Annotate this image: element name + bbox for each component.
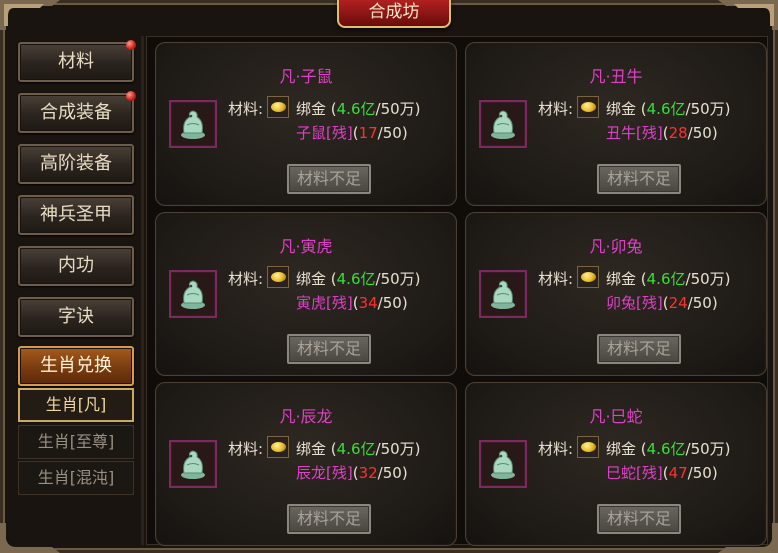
currency-owned: 4.6亿: [646, 270, 686, 288]
recipe-title: 凡·辰龙: [279, 407, 333, 426]
currency-name: 绑金: [606, 440, 637, 458]
material-label: 材料:: [228, 440, 264, 458]
ornament-corner: [718, 0, 778, 30]
sidebar-item-label: 字诀: [58, 306, 94, 327]
gold-ingot-icon[interactable]: [577, 96, 599, 118]
insufficient-materials-button[interactable]: 材料不足: [597, 504, 681, 534]
notification-dot: [126, 91, 136, 101]
dragon-jade-icon[interactable]: [169, 440, 217, 488]
gold-ingot-icon[interactable]: [267, 266, 289, 288]
shard-owned: 32: [358, 464, 378, 482]
currency-owned: 4.6亿: [646, 100, 686, 118]
sidebar-item-label: 高阶装备: [40, 153, 112, 174]
shard-owned: 47: [668, 464, 688, 482]
currency-required: 50万: [380, 440, 415, 458]
shard-required: 50: [382, 464, 402, 482]
tiger-jade-icon[interactable]: [169, 270, 217, 318]
shard-name: 子鼠[残]: [296, 124, 353, 142]
sidebar-item-label: 神兵圣甲: [40, 204, 112, 225]
rabbit-jade-icon[interactable]: [479, 270, 527, 318]
currency-required: 50万: [690, 100, 725, 118]
shard-name: 辰龙[残]: [296, 464, 353, 482]
currency-owned: 4.6亿: [646, 440, 686, 458]
currency-owned: 4.6亿: [336, 440, 376, 458]
recipe-card: 凡·丑牛 材料: 绑金 (4.6亿/50万) 丑牛[残](28/50) 材料不足: [465, 42, 767, 206]
shard-required: 50: [382, 124, 402, 142]
recipe-card: 凡·子鼠 材料: 绑金 (4.6亿/50万) 子鼠[残](17/50) 材料不足: [155, 42, 457, 206]
shard-name: 丑牛[残]: [606, 124, 663, 142]
currency-name: 绑金: [606, 100, 637, 118]
material-label: 材料:: [538, 270, 574, 288]
shard-name: 巳蛇[残]: [606, 464, 663, 482]
shard-owned: 24: [668, 294, 688, 312]
shard-required: 50: [382, 294, 402, 312]
sidebar-item-scripts[interactable]: 字诀: [18, 297, 134, 337]
currency-name: 绑金: [606, 270, 637, 288]
insufficient-materials-button[interactable]: 材料不足: [287, 164, 371, 194]
sidebar-item-label: 内功: [58, 255, 94, 276]
sidebar-item-craft-equipment[interactable]: 合成装备: [18, 91, 136, 133]
sidebar-item-materials[interactable]: 材料: [18, 40, 136, 82]
gold-ingot-icon[interactable]: [577, 436, 599, 458]
recipe-card: 凡·巳蛇 材料: 绑金 (4.6亿/50万) 巳蛇[残](47/50) 材料不足: [465, 382, 767, 546]
recipe-title: 凡·丑牛: [589, 67, 643, 86]
shard-owned: 28: [668, 124, 688, 142]
rat-jade-icon[interactable]: [169, 100, 217, 148]
subtab-zodiac-chaos[interactable]: 生肖[混沌]: [18, 461, 134, 495]
window-title: 合成坊: [337, 0, 451, 28]
insufficient-materials-button[interactable]: 材料不足: [287, 504, 371, 534]
gold-ingot-icon[interactable]: [577, 266, 599, 288]
sidebar-item-zodiac-exchange[interactable]: 生肖兑换: [18, 346, 134, 386]
currency-required: 50万: [380, 270, 415, 288]
snake-jade-icon[interactable]: [479, 440, 527, 488]
currency-required: 50万: [690, 270, 725, 288]
sidebar-item-label: 材料: [58, 51, 94, 72]
gold-ingot-icon[interactable]: [267, 436, 289, 458]
shard-required: 50: [692, 124, 712, 142]
shard-required: 50: [692, 294, 712, 312]
divider: [141, 36, 144, 545]
recipe-card: 凡·卯兔 材料: 绑金 (4.6亿/50万) 卯兔[残](24/50) 材料不足: [465, 212, 767, 376]
insufficient-materials-button[interactable]: 材料不足: [287, 334, 371, 364]
currency-name: 绑金: [296, 100, 327, 118]
sidebar-item-inner-skill[interactable]: 内功: [18, 246, 134, 286]
gold-ingot-icon[interactable]: [267, 96, 289, 118]
subtab-zodiac-common[interactable]: 生肖[凡]: [18, 388, 134, 422]
material-label: 材料:: [228, 100, 264, 118]
ornament-corner: [0, 0, 60, 30]
shard-required: 50: [692, 464, 712, 482]
material-label: 材料:: [538, 100, 574, 118]
notification-dot: [126, 40, 136, 50]
insufficient-materials-button[interactable]: 材料不足: [597, 334, 681, 364]
shard-name: 寅虎[残]: [296, 294, 353, 312]
recipe-title: 凡·巳蛇: [589, 407, 643, 426]
shard-owned: 34: [358, 294, 378, 312]
currency-name: 绑金: [296, 270, 327, 288]
currency-owned: 4.6亿: [336, 270, 376, 288]
currency-name: 绑金: [296, 440, 327, 458]
sidebar: 材料 合成装备 高阶装备 神兵圣甲 内功 字诀 生肖兑换 生肖[凡] 生肖[至尊…: [14, 40, 140, 540]
insufficient-materials-button[interactable]: 材料不足: [597, 164, 681, 194]
shard-name: 卯兔[残]: [606, 294, 663, 312]
recipe-title: 凡·卯兔: [589, 237, 643, 256]
shard-owned: 17: [358, 124, 378, 142]
currency-owned: 4.6亿: [336, 100, 376, 118]
material-label: 材料:: [538, 440, 574, 458]
currency-required: 50万: [380, 100, 415, 118]
sidebar-item-label: 生肖兑换: [40, 355, 112, 376]
ox-jade-icon[interactable]: [479, 100, 527, 148]
currency-required: 50万: [690, 440, 725, 458]
sidebar-item-divine-armor[interactable]: 神兵圣甲: [18, 195, 134, 235]
sidebar-item-advanced-equipment[interactable]: 高阶装备: [18, 144, 134, 184]
subtab-zodiac-supreme[interactable]: 生肖[至尊]: [18, 425, 134, 459]
recipe-card: 凡·辰龙 材料: 绑金 (4.6亿/50万) 辰龙[残](32/50) 材料不足: [155, 382, 457, 546]
material-label: 材料:: [228, 270, 264, 288]
recipe-title: 凡·寅虎: [279, 237, 333, 256]
recipe-title: 凡·子鼠: [279, 67, 333, 86]
recipe-card: 凡·寅虎 材料: 绑金 (4.6亿/50万) 寅虎[残](34/50) 材料不足: [155, 212, 457, 376]
sidebar-item-label: 合成装备: [40, 102, 112, 123]
